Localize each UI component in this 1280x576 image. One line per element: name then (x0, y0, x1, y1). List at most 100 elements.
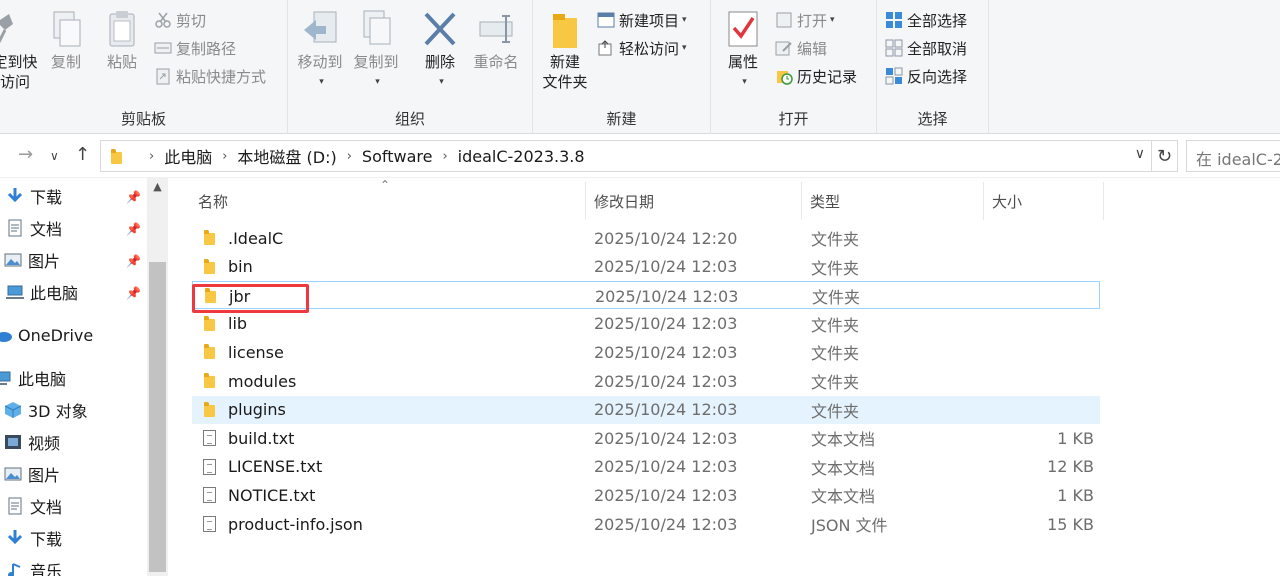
file-row[interactable]: LICENSE.txt 2025/10/24 12:03 文本文档 12 KB (192, 453, 1100, 481)
edit-button[interactable]: 编辑 (775, 35, 827, 61)
breadcrumb-idealc[interactable]: idealC-2023.3.8 (458, 147, 585, 166)
open-group: 属性 ▾ 打开 ▾ 编辑 历史记录 打开 (711, 0, 877, 134)
nav-item-videos[interactable]: 视频 (4, 428, 60, 456)
select-none-icon (885, 39, 903, 57)
nav-item-onedrive[interactable]: OneDrive (0, 321, 93, 349)
file-name-cell: build.txt (202, 424, 294, 452)
forward-arrow-icon[interactable]: → (18, 144, 33, 165)
scrollbar-thumb[interactable] (149, 262, 166, 572)
properties-button[interactable]: 属性 ▾ (719, 8, 767, 92)
file-type: 文件夹 (811, 373, 860, 392)
nav-item-music[interactable]: 音乐 (6, 556, 62, 576)
file-type: 文件夹 (811, 230, 860, 249)
paste-button[interactable]: 粘贴 (100, 8, 144, 72)
file-row[interactable]: modules 2025/10/24 12:03 文件夹 (192, 367, 1100, 395)
column-header-size[interactable]: 大小 (984, 182, 1104, 220)
breadcrumb-this-pc[interactable]: 此电脑 (164, 144, 212, 168)
folder-icon (109, 149, 125, 164)
file-name-cell: modules (202, 367, 296, 395)
nav-item-downloads-pinned[interactable]: 下载 (6, 182, 62, 210)
nav-item-pictures[interactable]: 图片 (4, 460, 60, 488)
file-row[interactable]: .IdealC 2025/10/24 12:20 文件夹 (192, 224, 1100, 252)
move-to-button[interactable]: 移动到 ▾ (294, 8, 346, 92)
breadcrumb-software[interactable]: Software (362, 147, 433, 166)
nav-pane-scrollbar[interactable]: ▲ (147, 178, 168, 576)
address-dropdown-chevron-icon[interactable]: ∨ (1135, 146, 1145, 162)
nav-item-documents-pinned[interactable]: 文档 (6, 214, 62, 242)
file-row[interactable]: license 2025/10/24 12:03 文件夹 (192, 338, 1100, 366)
breadcrumb-local-disk[interactable]: 本地磁盘 (D:) (237, 144, 336, 168)
new-item-button[interactable]: 新建项目 ▾ (597, 7, 687, 33)
text-file-icon (202, 458, 218, 475)
delete-x-icon (420, 8, 460, 50)
breadcrumb-separator-icon[interactable]: › (222, 149, 227, 164)
invert-selection-label: 反向选择 (907, 67, 968, 86)
rename-button[interactable]: 重命名 (468, 8, 524, 72)
select-none-button[interactable]: 全部取消 (885, 35, 967, 61)
pin-quick-access-button[interactable]: 定到快 访问 (0, 8, 40, 92)
breadcrumb-separator-icon[interactable]: › (149, 149, 154, 164)
copy-path-button[interactable]: 复制路径 (154, 35, 236, 61)
cut-button[interactable]: 剪切 (154, 7, 206, 33)
refresh-icon[interactable]: ↻ (1152, 140, 1178, 172)
nav-item-label: 图片 (28, 252, 61, 271)
breadcrumb-separator-icon[interactable]: › (347, 149, 352, 164)
copy-path-label: 复制路径 (176, 39, 237, 58)
paste-shortcut-label: 粘贴快捷方式 (176, 67, 267, 86)
file-row[interactable]: lib 2025/10/24 12:03 文件夹 (192, 310, 1100, 338)
column-header-date[interactable]: 修改日期 (586, 182, 802, 220)
nav-item-documents[interactable]: 文档 (6, 492, 62, 520)
copy-button[interactable]: 复制 (44, 8, 88, 72)
properties-dropdown-icon: ▾ (742, 77, 747, 87)
navigation-pane: 下载 📌 文档 📌 图片 📌 此电脑 📌 OneDrive 此电脑 3D 对象 … (0, 178, 170, 576)
breadcrumb-separator-icon[interactable]: › (442, 149, 447, 164)
paste-shortcut-button[interactable]: 粘贴快捷方式 (154, 63, 266, 89)
nav-item-this-pc-pinned[interactable]: 此电脑 (6, 278, 78, 306)
column-header-name[interactable]: 名称 (190, 182, 586, 220)
organize-group: 移动到 ▾ 复制到 ▾ 删除 ▾ 重命名 组织 (288, 0, 533, 134)
clipboard-group-label: 剪贴板 (120, 110, 166, 128)
nav-item-this-pc[interactable]: 此电脑 (0, 364, 66, 392)
file-row[interactable]: product-info.json 2025/10/24 12:03 JSON 文件… (192, 510, 1100, 538)
recent-locations-chevron-icon[interactable]: ∨ (50, 149, 59, 163)
folder-icon (202, 401, 218, 418)
search-input[interactable]: 在 idealC-2 (1186, 140, 1280, 172)
easy-access-button[interactable]: 轻松访问 ▾ (597, 35, 687, 61)
cube-3d-icon (4, 401, 22, 419)
file-row[interactable]: NOTICE.txt 2025/10/24 12:03 文本文档 1 KB (192, 481, 1100, 509)
file-name: plugins (228, 400, 286, 420)
copy-to-button[interactable]: 复制到 ▾ (350, 8, 402, 92)
text-file-icon (202, 487, 218, 504)
move-to-label: 移动到 (297, 53, 343, 71)
select-all-button[interactable]: 全部选择 (885, 7, 967, 33)
nav-item-label: OneDrive (18, 325, 94, 345)
file-row[interactable]: build.txt 2025/10/24 12:03 文本文档 1 KB (192, 424, 1100, 452)
history-button[interactable]: 历史记录 (775, 63, 857, 89)
nav-item-3d-objects[interactable]: 3D 对象 (4, 396, 88, 424)
open-button[interactable]: 打开 ▾ (775, 7, 835, 33)
file-name: bin (228, 257, 253, 277)
new-folder-button[interactable]: 新建 文件夹 (537, 8, 593, 92)
file-name-cell: lib (202, 310, 247, 338)
scissors-icon (154, 11, 172, 29)
file-row[interactable]: bin 2025/10/24 12:03 文件夹 (192, 253, 1100, 281)
invert-selection-button[interactable]: 反向选择 (885, 63, 967, 89)
easy-access-dropdown-icon: ▾ (682, 43, 687, 53)
delete-button[interactable]: 删除 ▾ (418, 8, 462, 92)
file-type: 文件夹 (811, 401, 860, 421)
nav-item-downloads[interactable]: 下载 (6, 524, 62, 552)
delete-dropdown-icon: ▾ (439, 77, 444, 87)
file-row[interactable]: plugins 2025/10/24 12:03 文件夹 (192, 395, 1100, 424)
up-arrow-icon[interactable]: ↑ (75, 144, 90, 165)
nav-item-pictures-pinned[interactable]: 图片 (4, 246, 60, 274)
clipboard-group: 定到快 访问 复制 粘贴 剪切 (0, 0, 288, 134)
json-file-icon (202, 516, 218, 532)
text-file-icon (202, 430, 218, 447)
file-date: 2025/10/24 12:03 (594, 485, 738, 505)
address-bar[interactable]: › 此电脑 › 本地磁盘 (D:) › Software › idealC-20… (100, 140, 1152, 172)
file-name-cell: NOTICE.txt (202, 481, 315, 509)
scroll-up-chevron-icon[interactable]: ▲ (147, 180, 168, 193)
file-row[interactable]: jbr 2025/10/24 12:03 文件夹 (192, 281, 1100, 310)
nav-item-label: 图片 (28, 466, 61, 485)
column-header-type[interactable]: 类型 (802, 182, 984, 220)
